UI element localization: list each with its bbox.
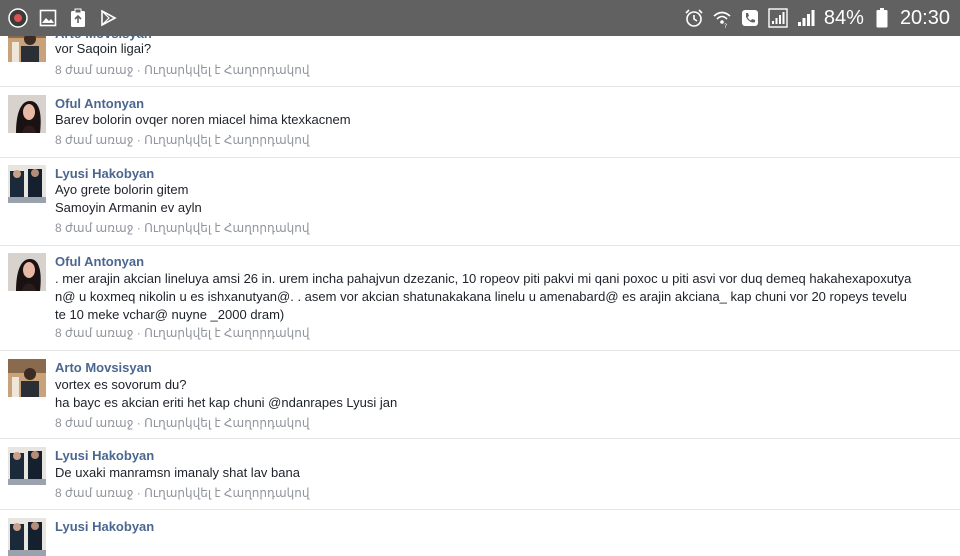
comment-time[interactable]: 8 ժամ առաջ (55, 133, 133, 147)
comment-source: Ուղարկվել է Հաղորդակով (144, 63, 310, 77)
svg-text:?: ? (724, 23, 727, 28)
comment-time[interactable]: 8 ժամ առաջ (55, 486, 133, 500)
comment-line: Samoyin Armanin ev ayln (55, 200, 202, 215)
comment-line: . mer arajin akcian lineluya amsi 26 in.… (55, 271, 912, 286)
play-store-icon (98, 8, 118, 28)
status-bar: ? 84% 20:30 (0, 0, 960, 36)
comment-line: Ayo grete bolorin gitem (55, 182, 189, 197)
battery-percent: 84% (823, 7, 864, 29)
comment-line: De uxaki manramsn imanaly shat lav bana (55, 465, 300, 480)
comment-item: Lyusi Hakobyan Ayo grete bolorin gitem S… (0, 158, 960, 246)
comment-source: Ուղարկվել է Հաղորդակով (144, 416, 310, 430)
clock: 20:30 (899, 7, 950, 29)
avatar[interactable] (8, 359, 46, 397)
gallery-icon (38, 8, 58, 28)
comment-source: Ուղարկվել է Հաղորդակով (144, 221, 310, 235)
comment-item: Arto Movsisyan vortex es sovorum du? ha … (0, 351, 960, 439)
comment-author[interactable]: Arto Movsisyan (55, 360, 152, 375)
cell-signal-icon (796, 8, 816, 28)
comment-meta: 8 ժամ առաջ · Ուղարկվել է Հաղորդակով (55, 221, 310, 235)
comment-time[interactable]: 8 ժամ առաջ (55, 63, 133, 77)
comment-text: De uxaki manramsn imanaly shat lav bana (55, 464, 953, 482)
avatar[interactable] (8, 253, 46, 291)
comment-item: Oful Antonyan Barev bolorin ovqer noren … (0, 87, 960, 158)
comment-item: Lyusi Hakobyan (0, 510, 960, 556)
avatar[interactable] (8, 95, 46, 133)
avatar[interactable] (8, 518, 46, 556)
phone-call-icon (740, 8, 760, 28)
comment-text: Ayo grete bolorin gitem Samoyin Armanin … (55, 181, 953, 217)
comment-line: ha bayc es akcian eriti het kap chuni @n… (55, 395, 398, 410)
comment-meta: 8 ժամ առաջ · Ուղարկվել է Հաղորդակով (55, 133, 310, 147)
comment-item: Oful Antonyan . mer arajin akcian linelu… (0, 246, 960, 351)
comment-line: te 10 meke vchar@ nuyne _2000 dram) (55, 307, 285, 322)
comment-feed: Arto Movsisyan vor Saqoin ligai? 8 ժամ ա… (0, 0, 960, 556)
comment-line: vor Saqoin ligai? (55, 41, 152, 56)
comment-author[interactable]: Oful Antonyan (55, 96, 144, 111)
comment-source: Ուղարկվել է Հաղորդակով (144, 326, 310, 340)
comment-text: vor Saqoin ligai? (55, 40, 953, 58)
clipboard-update-icon (68, 8, 88, 28)
comment-time[interactable]: 8 ժամ առաջ (55, 416, 133, 430)
comment-text: Barev bolorin ovqer noren miacel hima kt… (55, 111, 953, 129)
battery-icon (872, 8, 892, 28)
avatar[interactable] (8, 447, 46, 485)
comment-meta: 8 ժամ առաջ · Ուղարկվել է Հաղորդակով (55, 63, 310, 77)
comment-time[interactable]: 8 ժամ առաջ (55, 221, 133, 235)
comment-meta: 8 ժամ առաջ · Ուղարկվել է Հաղորդակով (55, 326, 310, 340)
avatar[interactable] (8, 165, 46, 203)
comment-item: Lyusi Hakobyan De uxaki manramsn imanaly… (0, 439, 960, 510)
signal-box-icon (768, 8, 788, 28)
comment-author[interactable]: Lyusi Hakobyan (55, 166, 154, 181)
comment-meta: 8 ժամ առաջ · Ուղարկվել է Հաղորդակով (55, 416, 310, 430)
comment-line: n@ u koxmeq nikolin u es ishxanutyan@. .… (55, 289, 907, 304)
comment-time[interactable]: 8 ժամ առաջ (55, 326, 133, 340)
app-circle-icon (8, 8, 28, 28)
comment-text: vortex es sovorum du? ha bayc es akcian … (55, 376, 953, 412)
comment-source: Ուղարկվել է Հաղորդակով (144, 486, 310, 500)
wifi-calling-icon: ? (712, 8, 732, 28)
alarm-icon (684, 8, 704, 28)
comment-line: vortex es sovorum du? (55, 377, 187, 392)
comment-line: Barev bolorin ovqer noren miacel hima kt… (55, 112, 351, 127)
comment-source: Ուղարկվել է Հաղորդակով (144, 133, 310, 147)
comment-author[interactable]: Lyusi Hakobyan (55, 448, 154, 463)
comment-author[interactable]: Lyusi Hakobyan (55, 519, 154, 534)
comment-text: . mer arajin akcian lineluya amsi 26 in.… (55, 270, 953, 324)
comment-author[interactable]: Oful Antonyan (55, 254, 144, 269)
comment-meta: 8 ժամ առաջ · Ուղարկվել է Հաղորդակով (55, 486, 310, 500)
